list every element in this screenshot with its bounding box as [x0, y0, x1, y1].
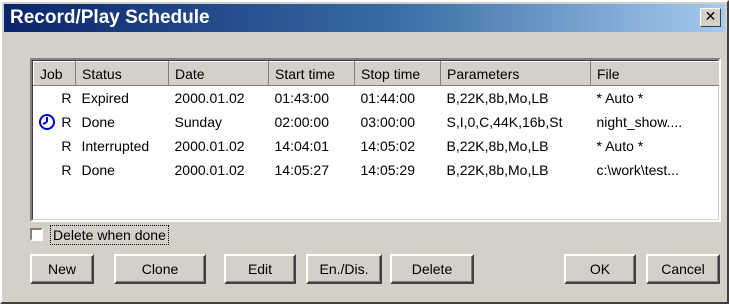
enable-disable-button[interactable]: En./Dis.	[306, 254, 382, 284]
schedule-dialog: Record/Play Schedule ✕ Job Status Date S…	[0, 0, 729, 304]
column-header-job[interactable]: Job	[33, 61, 76, 86]
parameters-cell: B,22K,8b,Mo,LB	[446, 137, 549, 154]
job-type: R	[61, 113, 72, 130]
status-cell: Expired	[81, 89, 129, 106]
parameters-cell: B,22K,8b,Mo,LB	[446, 161, 549, 178]
table-row[interactable]: R Interrupted 2000.01.02 14:04:01 14:05:…	[34, 134, 720, 158]
date-cell: 2000.01.02	[174, 137, 245, 154]
close-button[interactable]: ✕	[700, 8, 721, 27]
column-header-start-time[interactable]: Start time	[268, 61, 355, 86]
ok-button[interactable]: OK	[564, 254, 636, 284]
table-row[interactable]: R Done 2000.01.02 14:05:27 14:05:29 B,22…	[34, 158, 720, 182]
stop-time-cell: 01:44:00	[360, 89, 416, 106]
column-header-stop-time[interactable]: Stop time	[354, 61, 441, 86]
status-cell: Done	[81, 113, 115, 130]
date-cell: 2000.01.02	[174, 89, 245, 106]
parameters-cell: S,I,0,C,44K,16b,St	[446, 113, 563, 130]
file-cell: c:\work\test...	[596, 161, 679, 178]
status-cell: Interrupted	[81, 137, 150, 154]
table-header-row: Job Status Date Start time Stop time Par…	[33, 61, 719, 86]
start-time-cell: 01:43:00	[274, 89, 330, 106]
date-cell: Sunday	[174, 113, 222, 130]
start-time-cell: 14:05:27	[274, 161, 330, 178]
clone-button[interactable]: Clone	[114, 254, 206, 284]
column-header-status[interactable]: Status	[75, 61, 169, 86]
schedule-table: Job Status Date Start time Stop time Par…	[33, 61, 720, 182]
schedule-list[interactable]: Job Status Date Start time Stop time Par…	[30, 58, 721, 222]
stop-time-cell: 14:05:29	[360, 161, 416, 178]
file-cell: * Auto *	[596, 89, 644, 106]
schedule-list-frame: Job Status Date Start time Stop time Par…	[32, 60, 719, 220]
start-time-cell: 02:00:00	[274, 113, 330, 130]
dialog-title: Record/Play Schedule	[10, 7, 210, 28]
edit-button[interactable]: Edit	[224, 254, 296, 284]
parameters-cell: B,22K,8b,Mo,LB	[446, 89, 549, 106]
status-cell: Done	[81, 161, 115, 178]
file-cell: * Auto *	[596, 137, 644, 154]
job-cell: R	[61, 137, 72, 154]
stop-time-cell: 14:05:02	[360, 137, 416, 154]
title-bar[interactable]: Record/Play Schedule ✕	[4, 4, 725, 32]
column-header-parameters[interactable]: Parameters	[440, 61, 591, 86]
job-cell: R	[61, 89, 72, 106]
delete-when-done-label[interactable]: Delete when done	[50, 225, 169, 245]
date-cell: 2000.01.02	[174, 161, 245, 178]
table-row[interactable]: R Done Sunday 02:00:00 03:00:00 S,I,0,C,…	[34, 110, 720, 134]
column-header-date[interactable]: Date	[168, 61, 269, 86]
delete-when-done-checkbox[interactable]	[30, 228, 43, 241]
table-row[interactable]: R Expired 2000.01.02 01:43:00 01:44:00 B…	[34, 86, 720, 110]
job-cell: R	[61, 161, 72, 178]
start-time-cell: 14:04:01	[274, 137, 330, 154]
column-header-file[interactable]: File	[590, 61, 719, 86]
delete-button[interactable]: Delete	[390, 254, 474, 284]
clock-icon	[38, 113, 55, 130]
stop-time-cell: 03:00:00	[360, 113, 416, 130]
new-button[interactable]: New	[30, 254, 94, 284]
cancel-button[interactable]: Cancel	[646, 254, 720, 284]
job-cell: R	[34, 110, 76, 134]
file-cell: night_show....	[596, 113, 683, 130]
